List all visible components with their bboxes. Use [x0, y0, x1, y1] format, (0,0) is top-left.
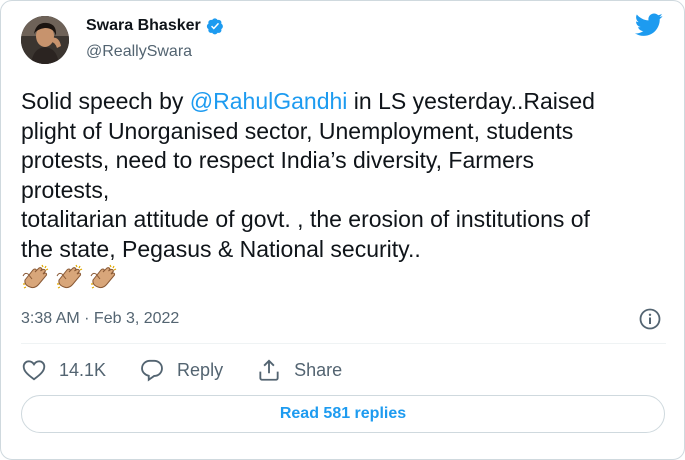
tweet-text-segment: Solid speech by	[21, 88, 190, 114]
tweet-text: Solid speech by @RahulGandhi in LS yeste…	[21, 87, 671, 264]
tweet-text-line: the state, Pegasus & National security..	[21, 235, 421, 262]
read-replies-button[interactable]: Read 581 replies	[21, 395, 665, 433]
tweet-timestamp[interactable]: 3:38 AM · Feb 3, 2022	[21, 310, 179, 328]
share-label: Share	[294, 359, 343, 380]
author-display-name[interactable]: Swara Bhasker	[86, 17, 201, 35]
clapping-hands-icon	[89, 263, 119, 293]
tweet-text-line: plight of Unorganised sector, Unemployme…	[21, 117, 574, 144]
tweet-text-line: protests, need to respect India’s divers…	[21, 147, 535, 173]
tweet-text-segment: in LS yesterday..Raised	[347, 88, 595, 114]
info-icon[interactable]	[638, 307, 662, 331]
author-avatar[interactable]	[21, 16, 69, 64]
author-handle[interactable]: @ReallySwara	[86, 43, 192, 61]
mention-link[interactable]: @RahulGandhi	[190, 88, 348, 114]
tweet-text-line: Solid speech by @RahulGandhi in LS yeste…	[21, 87, 671, 117]
tweet-actions: 14.1K Reply Share	[21, 357, 375, 383]
reply-bubble-icon	[141, 359, 163, 382]
tweet-text-line: protests,	[21, 176, 110, 203]
like-count: 14.1K	[59, 359, 107, 380]
emoji-row	[21, 263, 119, 293]
author-name-row: Swara Bhasker	[86, 17, 224, 35]
divider	[21, 343, 666, 344]
tweet-text-line: totalitarian attitude of govt. , the ero…	[21, 206, 590, 232]
verified-badge-icon	[206, 17, 224, 35]
clapping-hands-icon	[21, 263, 51, 293]
share-icon	[259, 359, 279, 381]
clapping-hands-icon	[55, 263, 85, 293]
share-button[interactable]: Share	[256, 357, 342, 383]
like-button[interactable]: 14.1K	[21, 357, 106, 383]
tweet-embed-card: Swara Bhasker @ReallySwara Solid speech …	[0, 0, 685, 460]
heart-icon	[22, 360, 46, 381]
twitter-bird-icon[interactable]	[634, 13, 663, 37]
reply-label: Reply	[177, 359, 224, 380]
reply-button[interactable]: Reply	[139, 357, 223, 383]
